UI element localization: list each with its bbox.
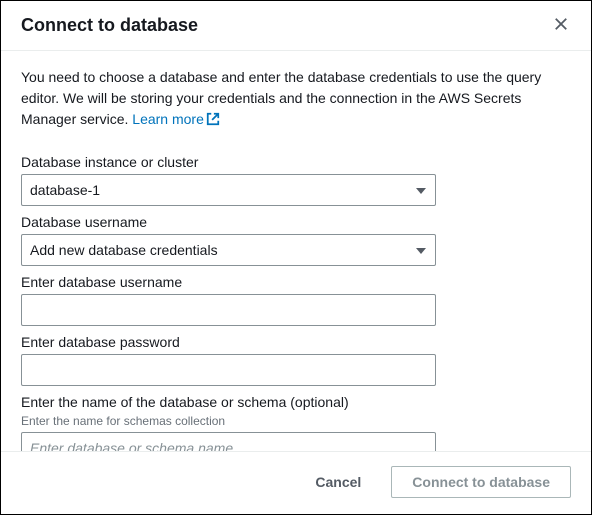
database-instance-select[interactable]: database-1 — [21, 174, 436, 206]
learn-more-text: Learn more — [132, 111, 204, 127]
field-enter-username: Enter database username — [21, 274, 571, 334]
schema-label: Enter the name of the database or schema… — [21, 394, 571, 410]
schema-sublabel: Enter the name for schemas collection — [21, 414, 571, 428]
field-database-username-select: Database username Add new database crede… — [21, 214, 571, 266]
database-username-value: Add new database credentials — [30, 242, 218, 258]
modal-footer: Cancel Connect to database — [1, 451, 591, 514]
modal-title: Connect to database — [21, 15, 198, 36]
close-button[interactable] — [551, 16, 571, 36]
username-input[interactable] — [21, 294, 436, 326]
schema-input[interactable] — [21, 432, 436, 451]
learn-more-link[interactable]: Learn more — [132, 111, 220, 127]
database-instance-label: Database instance or cluster — [21, 154, 571, 170]
connect-button[interactable]: Connect to database — [391, 466, 571, 498]
description-text: You need to choose a database and enter … — [21, 69, 541, 127]
connect-database-modal: Connect to database You need to choose a… — [0, 0, 592, 515]
modal-header: Connect to database — [1, 1, 591, 51]
field-enter-password: Enter database password — [21, 334, 571, 394]
modal-body: You need to choose a database and enter … — [1, 51, 591, 451]
external-link-icon — [206, 111, 220, 125]
modal-description: You need to choose a database and enter … — [21, 67, 571, 130]
password-input[interactable] — [21, 354, 436, 386]
database-instance-value: database-1 — [30, 182, 100, 198]
cancel-button[interactable]: Cancel — [295, 466, 381, 498]
database-username-select[interactable]: Add new database credentials — [21, 234, 436, 266]
field-database-instance: Database instance or cluster database-1 — [21, 154, 571, 206]
database-username-label: Database username — [21, 214, 571, 230]
enter-username-label: Enter database username — [21, 274, 571, 290]
field-schema-name: Enter the name of the database or schema… — [21, 394, 571, 451]
enter-password-label: Enter database password — [21, 334, 571, 350]
close-icon — [554, 17, 568, 34]
